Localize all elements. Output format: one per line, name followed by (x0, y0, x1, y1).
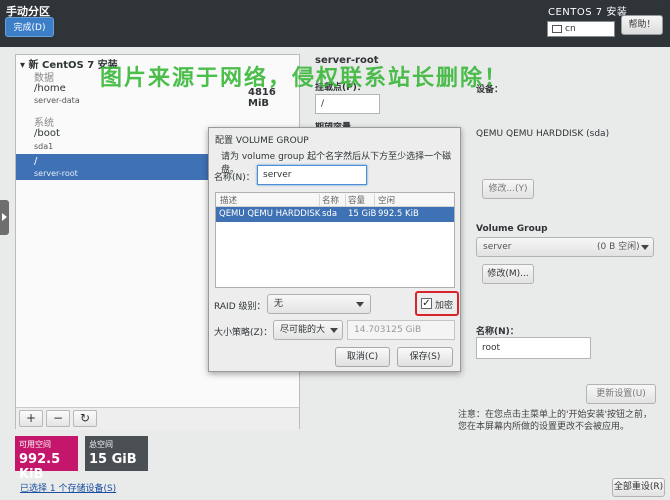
done-button[interactable]: 完成(D) (5, 17, 54, 37)
mount-point-field[interactable]: / (315, 94, 380, 114)
top-bar: 手动分区 完成(D) CENTOS 7 安装 cn 帮助！ (0, 0, 670, 47)
modify-device-button[interactable]: 修改...(Y) (482, 179, 534, 199)
size-input[interactable]: 14.703125 GiB (347, 320, 455, 340)
encrypt-label[interactable]: 加密 (435, 298, 453, 311)
vg-name-label: 名称(N)： (214, 173, 255, 183)
encrypt-checkbox[interactable]: ✓ (421, 298, 432, 309)
configure-volume-group-dialog: 配置 VOLUME GROUP 请为 volume group 起个名字然后从下… (208, 127, 461, 372)
boot-device: sda1 (34, 142, 54, 151)
column-divider (319, 194, 320, 207)
refresh-button[interactable]: ↻ (73, 410, 97, 427)
total-space-value: 15 GiB (89, 452, 137, 467)
column-description[interactable]: 描述 (220, 194, 237, 206)
available-space-label: 可用空间 (19, 440, 51, 449)
disk-table-header: 描述 名称 容量 空闲 (216, 193, 454, 207)
root-mount-point: / (34, 156, 38, 167)
column-capacity[interactable]: 容量 (348, 194, 365, 206)
total-space-label: 总空间 (89, 440, 113, 449)
raid-level-value: 无 (274, 299, 284, 309)
volume-group-select[interactable]: server (0 B 空闲) (476, 237, 654, 257)
raid-level-select[interactable]: 无 (267, 294, 371, 314)
chevron-right-icon (2, 213, 7, 221)
volume-group-label: Volume Group (476, 224, 548, 234)
boot-mount-point[interactable]: /boot (34, 128, 60, 139)
size-policy-value: 尽可能的大 (280, 325, 326, 335)
add-mount-button[interactable]: + (19, 410, 43, 427)
product-title: CENTOS 7 安装 (548, 7, 628, 18)
size-policy-label: 大小策略(Z)： (214, 328, 273, 338)
available-space-value: 992.5 KiB (19, 452, 61, 482)
size-policy-select[interactable]: 尽可能的大 (273, 320, 343, 340)
available-space-box: 可用空间 992.5 KiB (15, 436, 78, 482)
column-free[interactable]: 空闲 (378, 194, 395, 206)
reset-all-button[interactable]: 全部重设(R) (612, 478, 665, 497)
home-device: server-data (34, 96, 80, 105)
volume-group-name: server (483, 242, 512, 252)
keyboard-layout-label: cn (565, 24, 576, 34)
name-field[interactable]: root (476, 337, 591, 359)
home-mount-point[interactable]: /home (34, 83, 66, 94)
disk-capacity: 15 GiB (348, 209, 377, 219)
disk-name: sda (322, 209, 338, 219)
side-panel-toggle[interactable] (0, 200, 9, 235)
total-space-box: 总空间 15 GiB (85, 436, 148, 471)
chevron-down-icon (330, 328, 338, 333)
remove-mount-button[interactable]: − (46, 410, 70, 427)
volume-group-free: (0 B 空闲) (597, 242, 640, 252)
keyboard-layout-indicator[interactable]: cn (547, 21, 615, 37)
disk-free: 992.5 KiB (378, 209, 419, 219)
device-value: QEMU QEMU HARDDISK (sda) (476, 129, 610, 139)
root-device: server-root (34, 169, 78, 178)
column-divider (345, 194, 346, 207)
selected-devices-link[interactable]: 已选择 1 个存储设备(S) (20, 481, 116, 494)
settings-note: 注意：在您点击主菜单上的'开始安装'按钮之前，您在本屏幕内所做的设置更改不会被应… (458, 410, 652, 432)
disk-description: QEMU QEMU HARDDISK (219, 209, 321, 219)
category-system: 系统 (34, 118, 54, 129)
dialog-title: 配置 VOLUME GROUP (215, 136, 309, 146)
watermark-text: 图片来源于网络，侵权联系站长删除！ (100, 66, 509, 91)
table-row[interactable]: QEMU QEMU HARDDISK sda 15 GiB 992.5 KiB (216, 207, 454, 222)
modify-volume-group-button[interactable]: 修改(M)... (482, 264, 534, 284)
vg-name-input[interactable]: server (257, 165, 367, 185)
save-button[interactable]: 保存(S) (397, 347, 453, 367)
keyboard-icon (552, 24, 562, 33)
collapse-arrow-icon: ▾ (20, 60, 29, 71)
chevron-down-icon (356, 302, 364, 307)
encrypt-highlight: ✓ 加密 (415, 291, 459, 316)
column-name[interactable]: 名称 (322, 194, 339, 206)
help-button[interactable]: 帮助！ (621, 15, 663, 35)
mount-toolbar: + − ↻ (16, 407, 299, 430)
update-settings-button[interactable]: 更新设置(U) (586, 384, 656, 404)
category-data: 数据 (34, 73, 54, 84)
disk-table: 描述 名称 容量 空闲 QEMU QEMU HARDDISK sda 15 Gi… (215, 192, 455, 288)
column-divider (374, 194, 375, 207)
chevron-down-icon (641, 245, 649, 250)
cancel-button[interactable]: 取消(C) (335, 347, 390, 367)
raid-level-label: RAID 级别： (214, 302, 266, 312)
name-label: 名称(N)： (476, 327, 519, 337)
